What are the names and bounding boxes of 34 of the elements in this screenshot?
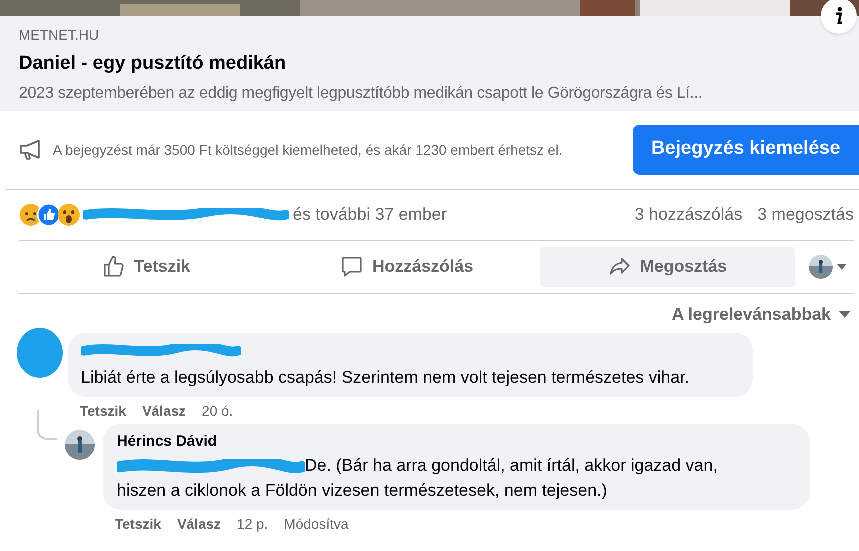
link-description: 2023 szeptemberében az eddig megfigyelt legpusztítóbb medikán csapott le Görögországra és Lí...	[19, 84, 704, 104]
redacted-avatar	[17, 328, 63, 378]
promotion-text: A bejegyzést már 3500 Ft költséggel kiemelheted, és akár 1230 embert érhetsz el.	[53, 140, 564, 160]
thread-line	[37, 410, 57, 440]
like-reaction-icon	[37, 202, 61, 226]
boost-post-button[interactable]: Bejegyzés kiemelése	[633, 124, 859, 174]
like-link[interactable]: Tetszik	[115, 514, 162, 535]
comment-text: Libiát érte a legsúlyosabb csapás! Szerintem nem volt tejesen természetes vihar.	[81, 367, 691, 389]
reply-text: De. (Bár ha arra gondoltál, amit írtál, akkor igazad van, hiszen a ciklonok a Földön vizesen természetesek, nem tejesen.)	[117, 456, 718, 500]
speech-bubble-icon	[340, 254, 364, 278]
link-title[interactable]: Daniel - egy pusztító medikán	[19, 50, 840, 78]
comment-time: 12 p.	[237, 515, 268, 534]
link-domain: METNET.HU	[19, 26, 100, 45]
share-count[interactable]: 3 megosztás	[758, 202, 854, 228]
thumbs-up-icon	[102, 254, 126, 278]
like-button[interactable]: Tetszik	[19, 246, 274, 286]
sort-dropdown[interactable]: A legrelevánsabbak	[672, 302, 851, 327]
reply-author[interactable]: Hérincs Dávid	[117, 430, 796, 453]
avatar[interactable]	[65, 430, 95, 460]
like-link[interactable]: Tetszik	[80, 400, 126, 422]
reactors-text[interactable]: és további 37 ember	[293, 202, 448, 228]
share-button[interactable]: Megosztás	[540, 246, 796, 286]
comment-button[interactable]: Hozzászólás	[280, 246, 534, 286]
comment-count[interactable]: 3 hozzászólás	[634, 202, 743, 228]
audience-selector[interactable]	[809, 254, 848, 278]
caret-icon	[839, 310, 851, 318]
reply-link[interactable]: Válasz	[142, 400, 186, 422]
edited-label: Módosítva	[284, 515, 349, 534]
reply-link[interactable]: Válasz	[177, 514, 222, 535]
info-icon	[835, 7, 843, 25]
wow-emoji-icon	[57, 202, 81, 226]
avatar[interactable]	[809, 254, 834, 278]
caret-icon	[837, 264, 848, 270]
comment-time: 20 ó.	[202, 402, 234, 420]
